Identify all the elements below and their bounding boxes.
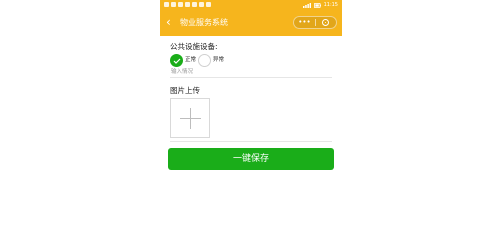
app-notification-icon bbox=[164, 2, 169, 7]
section-divider bbox=[170, 141, 332, 142]
status-time: 11:15 bbox=[323, 2, 338, 8]
app-notification-icon bbox=[178, 2, 183, 7]
signal-icon bbox=[302, 2, 311, 8]
radio-normal[interactable]: 正常 bbox=[170, 54, 196, 67]
page-title: 物业服务系统 bbox=[180, 18, 228, 27]
nav-bar: ‹ 物业服务系统 ••• bbox=[160, 10, 342, 36]
radio-unchecked-icon[interactable] bbox=[198, 54, 211, 67]
app-notification-icon bbox=[199, 2, 204, 7]
radio-checked-icon[interactable] bbox=[170, 54, 183, 67]
mini-program-capsule: ••• bbox=[293, 16, 337, 29]
battery-icon bbox=[313, 2, 321, 8]
app-notification-icon bbox=[185, 2, 190, 7]
plus-icon-stroke bbox=[190, 108, 191, 129]
input-underline bbox=[170, 77, 332, 78]
facility-label: 公共设施设备: bbox=[170, 42, 218, 51]
target-close-icon[interactable] bbox=[316, 19, 336, 26]
check-icon bbox=[173, 58, 180, 64]
remark-input[interactable]: 输入情况 bbox=[171, 69, 193, 76]
chevron-left-icon[interactable]: ‹ bbox=[166, 15, 171, 29]
radio-abnormal[interactable]: 异常 bbox=[198, 54, 224, 67]
radio-abnormal-label: 异常 bbox=[213, 57, 225, 63]
app-notification-icon bbox=[206, 2, 211, 7]
save-button[interactable]: 一键保存 bbox=[168, 148, 334, 170]
app-notification-icon bbox=[192, 2, 197, 7]
upload-label: 图片上传 bbox=[170, 86, 200, 95]
notification-icons bbox=[164, 2, 211, 7]
status-bar: 11:15 bbox=[160, 0, 342, 10]
image-upload-box[interactable] bbox=[170, 98, 210, 138]
radio-normal-label: 正常 bbox=[185, 57, 197, 63]
app-notification-icon bbox=[171, 2, 176, 7]
more-dots-icon[interactable]: ••• bbox=[294, 17, 315, 28]
system-indicators: 11:15 bbox=[302, 2, 338, 8]
phone-screen: 11:15 ‹ 物业服务系统 ••• 公共设施设备: 正常 异常 输入情况 图片… bbox=[160, 0, 342, 250]
